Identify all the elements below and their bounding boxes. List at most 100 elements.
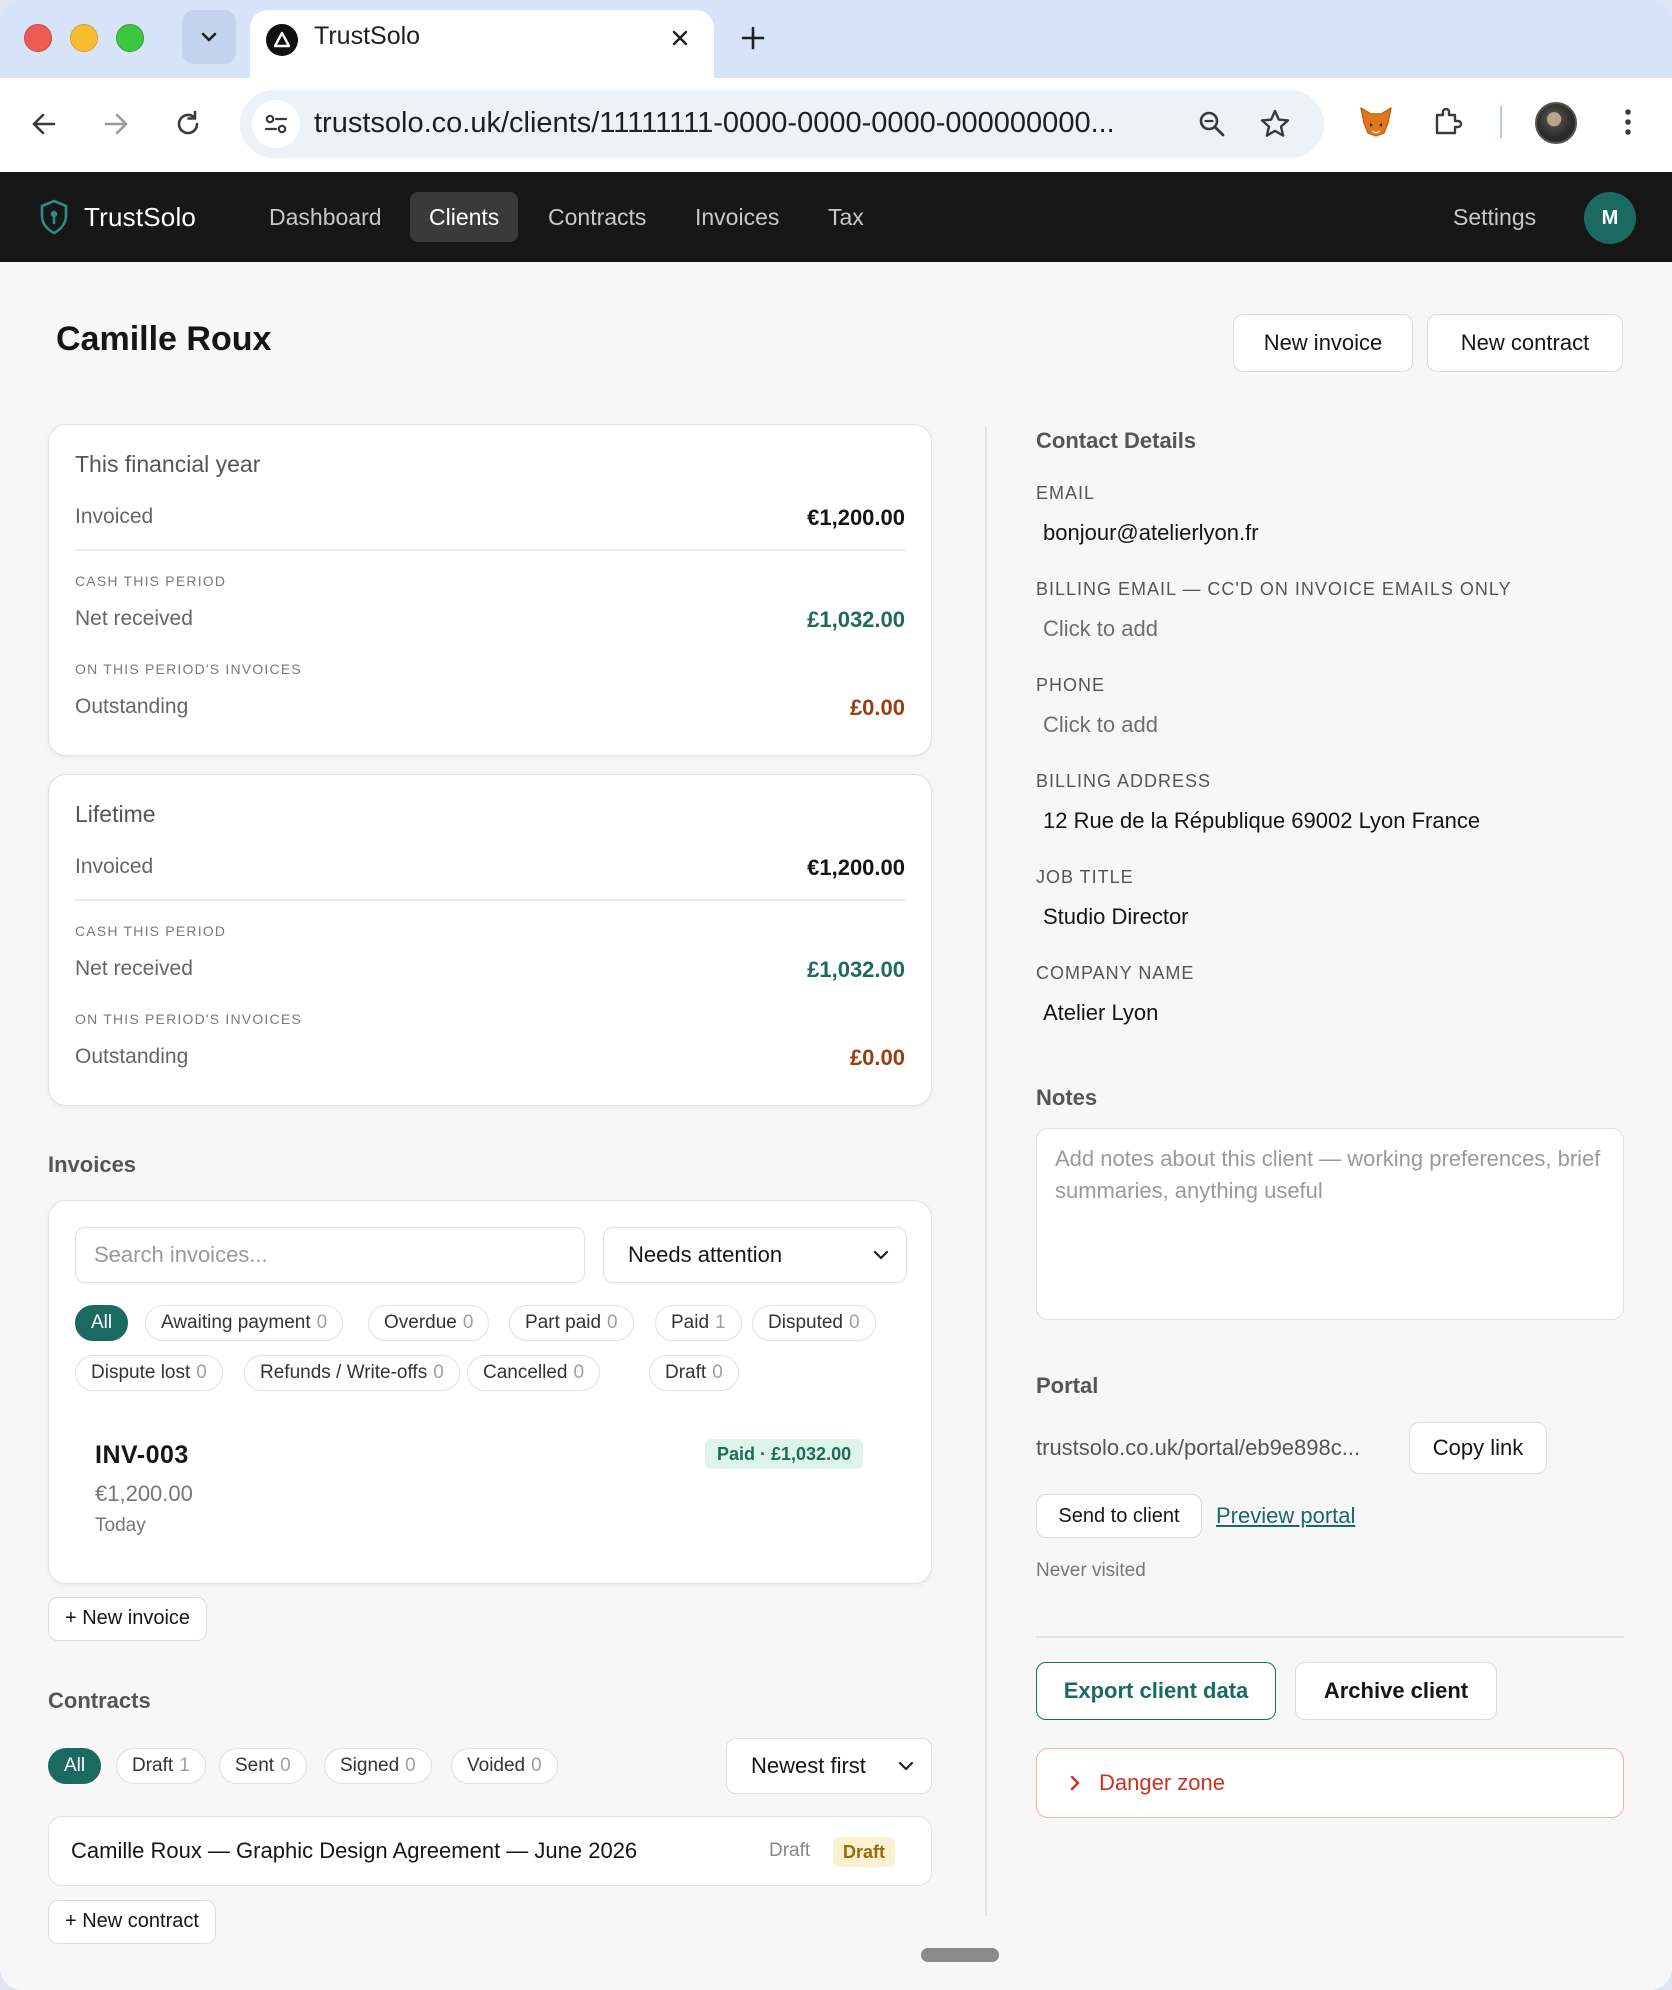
contract-chip-sent[interactable]: Sent 0	[219, 1748, 307, 1784]
add-invoice-button[interactable]: + New invoice	[48, 1597, 208, 1641]
nav-invoices[interactable]: Invoices	[676, 192, 798, 242]
filter-select-value: Needs attention	[628, 1242, 783, 1267]
outstanding-value: £0.00	[849, 695, 905, 720]
new-contract-button[interactable]: New contract	[1427, 314, 1623, 372]
danger-zone-toggle[interactable]: Danger zone	[1036, 1748, 1624, 1818]
contract-list-item[interactable]: Camille Roux — Graphic Design Agreement …	[48, 1816, 932, 1886]
nav-tax[interactable]: Tax	[809, 192, 883, 242]
minimize-window-button[interactable]	[70, 24, 98, 52]
maximize-window-button[interactable]	[116, 24, 144, 52]
browser-tab[interactable]: TrustSolo	[250, 10, 714, 78]
plus-icon	[741, 26, 765, 50]
contract-sort-select[interactable]: Newest first	[726, 1738, 932, 1794]
net-received-label: Net received	[75, 607, 193, 630]
invoice-amount: €1,200.00	[95, 1481, 193, 1506]
new-tab-button[interactable]	[733, 18, 773, 58]
browser-menu-icon[interactable]	[1606, 100, 1650, 144]
brand-name: TrustSolo	[84, 201, 197, 232]
net-received-label: Net received	[75, 957, 193, 980]
invoice-filter-select[interactable]: Needs attention	[603, 1227, 907, 1283]
browser-toolbar: trustsolo.co.uk/clients/11111111-0000-00…	[0, 78, 1672, 172]
reload-button[interactable]	[164, 100, 212, 148]
invoice-search-input[interactable]: Search invoices...	[75, 1227, 585, 1283]
chip-all[interactable]: All	[75, 1305, 129, 1341]
contract-chip-draft[interactable]: Draft 1	[116, 1748, 206, 1784]
invoices-panel: Search invoices... Needs attention All A…	[48, 1200, 932, 1584]
phone-value[interactable]: Click to add	[1043, 712, 1158, 738]
billing-email-label: BILLING EMAIL — CC'D ON INVOICE EMAILS O…	[1036, 579, 1512, 599]
contract-chip-voided[interactable]: Voided 0	[451, 1748, 558, 1784]
contact-details-heading: Contact Details	[1036, 428, 1197, 453]
zoom-icon[interactable]	[1192, 104, 1232, 144]
nav-contracts[interactable]: Contracts	[529, 192, 665, 242]
nav-dashboard[interactable]: Dashboard	[250, 192, 401, 242]
tab-search-button[interactable]	[182, 10, 236, 64]
job-title-value[interactable]: Studio Director	[1043, 904, 1189, 930]
chip-dispute-lost[interactable]: Dispute lost 0	[75, 1355, 223, 1391]
contract-status: Draft	[769, 1840, 811, 1861]
job-title-label: JOB TITLE	[1036, 867, 1134, 887]
contract-chip-all[interactable]: All	[48, 1748, 102, 1784]
close-tab-icon[interactable]	[662, 20, 698, 56]
browser-profile-avatar[interactable]	[1535, 102, 1577, 144]
url-text[interactable]: trustsolo.co.uk/clients/11111111-0000-00…	[314, 107, 1174, 140]
nav-settings[interactable]: Settings	[1453, 192, 1536, 242]
chip-refunds-write-offs[interactable]: Refunds / Write-offs 0	[244, 1355, 460, 1391]
portal-heading: Portal	[1036, 1373, 1099, 1398]
outstanding-value: £0.00	[849, 1045, 905, 1070]
danger-zone-label: Danger zone	[1099, 1770, 1225, 1795]
chip-disputed[interactable]: Disputed 0	[752, 1305, 876, 1341]
brand-logo[interactable]: TrustSolo	[38, 198, 196, 236]
chip-overdue[interactable]: Overdue 0	[368, 1305, 490, 1341]
scroll-handle[interactable]	[921, 1948, 999, 1962]
net-received-value: £1,032.00	[807, 957, 905, 982]
contract-chip-signed[interactable]: Signed 0	[324, 1748, 432, 1784]
arrow-right-icon	[104, 113, 128, 135]
notes-heading: Notes	[1036, 1085, 1098, 1110]
add-contract-button[interactable]: + New contract	[48, 1900, 216, 1944]
company-name-label: COMPANY NAME	[1036, 963, 1195, 983]
contracts-heading: Contracts	[48, 1688, 151, 1713]
extensions-puzzle-icon[interactable]	[1426, 100, 1470, 144]
nav-clients[interactable]: Clients	[410, 192, 519, 242]
financial-year-card: This financial year Invoiced €1,200.00 C…	[48, 424, 932, 756]
status-badge: Paid · £1,032.00	[705, 1439, 864, 1469]
forward-button[interactable]	[92, 100, 140, 148]
bookmark-star-icon[interactable]	[1255, 104, 1295, 144]
invoice-number[interactable]: INV-003	[95, 1441, 189, 1470]
billing-address-label: BILLING ADDRESS	[1036, 771, 1212, 791]
fox-extension-icon[interactable]	[1354, 100, 1398, 144]
chip-part-paid[interactable]: Part paid 0	[509, 1305, 634, 1341]
divider	[75, 899, 905, 901]
chip-paid[interactable]: Paid 1	[655, 1305, 742, 1341]
card-title: Lifetime	[75, 801, 156, 827]
close-window-button[interactable]	[24, 24, 52, 52]
address-bar[interactable]: trustsolo.co.uk/clients/11111111-0000-00…	[240, 90, 1324, 158]
send-to-client-button[interactable]: Send to client	[1036, 1494, 1202, 1538]
chip-draft[interactable]: Draft 0	[649, 1355, 739, 1391]
billing-address-value[interactable]: 12 Rue de la République 69002 Lyon Franc…	[1043, 808, 1480, 834]
column-divider	[985, 426, 987, 1916]
archive-client-button[interactable]: Archive client	[1295, 1662, 1497, 1720]
notes-textarea[interactable]: Add notes about this client — working pr…	[1036, 1128, 1624, 1320]
site-favicon-icon	[266, 24, 298, 56]
copy-link-button[interactable]: Copy link	[1409, 1422, 1547, 1474]
invoice-date: Today	[95, 1515, 146, 1536]
site-settings-icon[interactable]	[252, 100, 300, 148]
export-client-data-button[interactable]: Export client data	[1036, 1662, 1276, 1720]
portal-url: trustsolo.co.uk/portal/eb9e898c...	[1036, 1435, 1361, 1460]
back-button[interactable]	[20, 100, 68, 148]
contract-title[interactable]: Camille Roux — Graphic Design Agreement …	[71, 1838, 637, 1864]
billing-email-value[interactable]: Click to add	[1043, 616, 1158, 642]
browser-window: TrustSolo trustsolo.co.uk/clients/111111…	[0, 0, 1672, 1990]
user-avatar[interactable]: M	[1584, 192, 1636, 244]
chip-cancelled[interactable]: Cancelled 0	[467, 1355, 601, 1391]
tab-title: TrustSolo	[314, 22, 421, 50]
arrow-left-icon	[32, 113, 56, 135]
shield-icon	[40, 199, 68, 235]
new-invoice-button[interactable]: New invoice	[1233, 314, 1413, 372]
chip-awaiting-payment[interactable]: Awaiting payment 0	[145, 1305, 344, 1341]
preview-portal-link[interactable]: Preview portal	[1216, 1503, 1355, 1529]
email-value[interactable]: bonjour@atelierlyon.fr	[1043, 520, 1259, 546]
company-name-value[interactable]: Atelier Lyon	[1043, 1000, 1158, 1026]
